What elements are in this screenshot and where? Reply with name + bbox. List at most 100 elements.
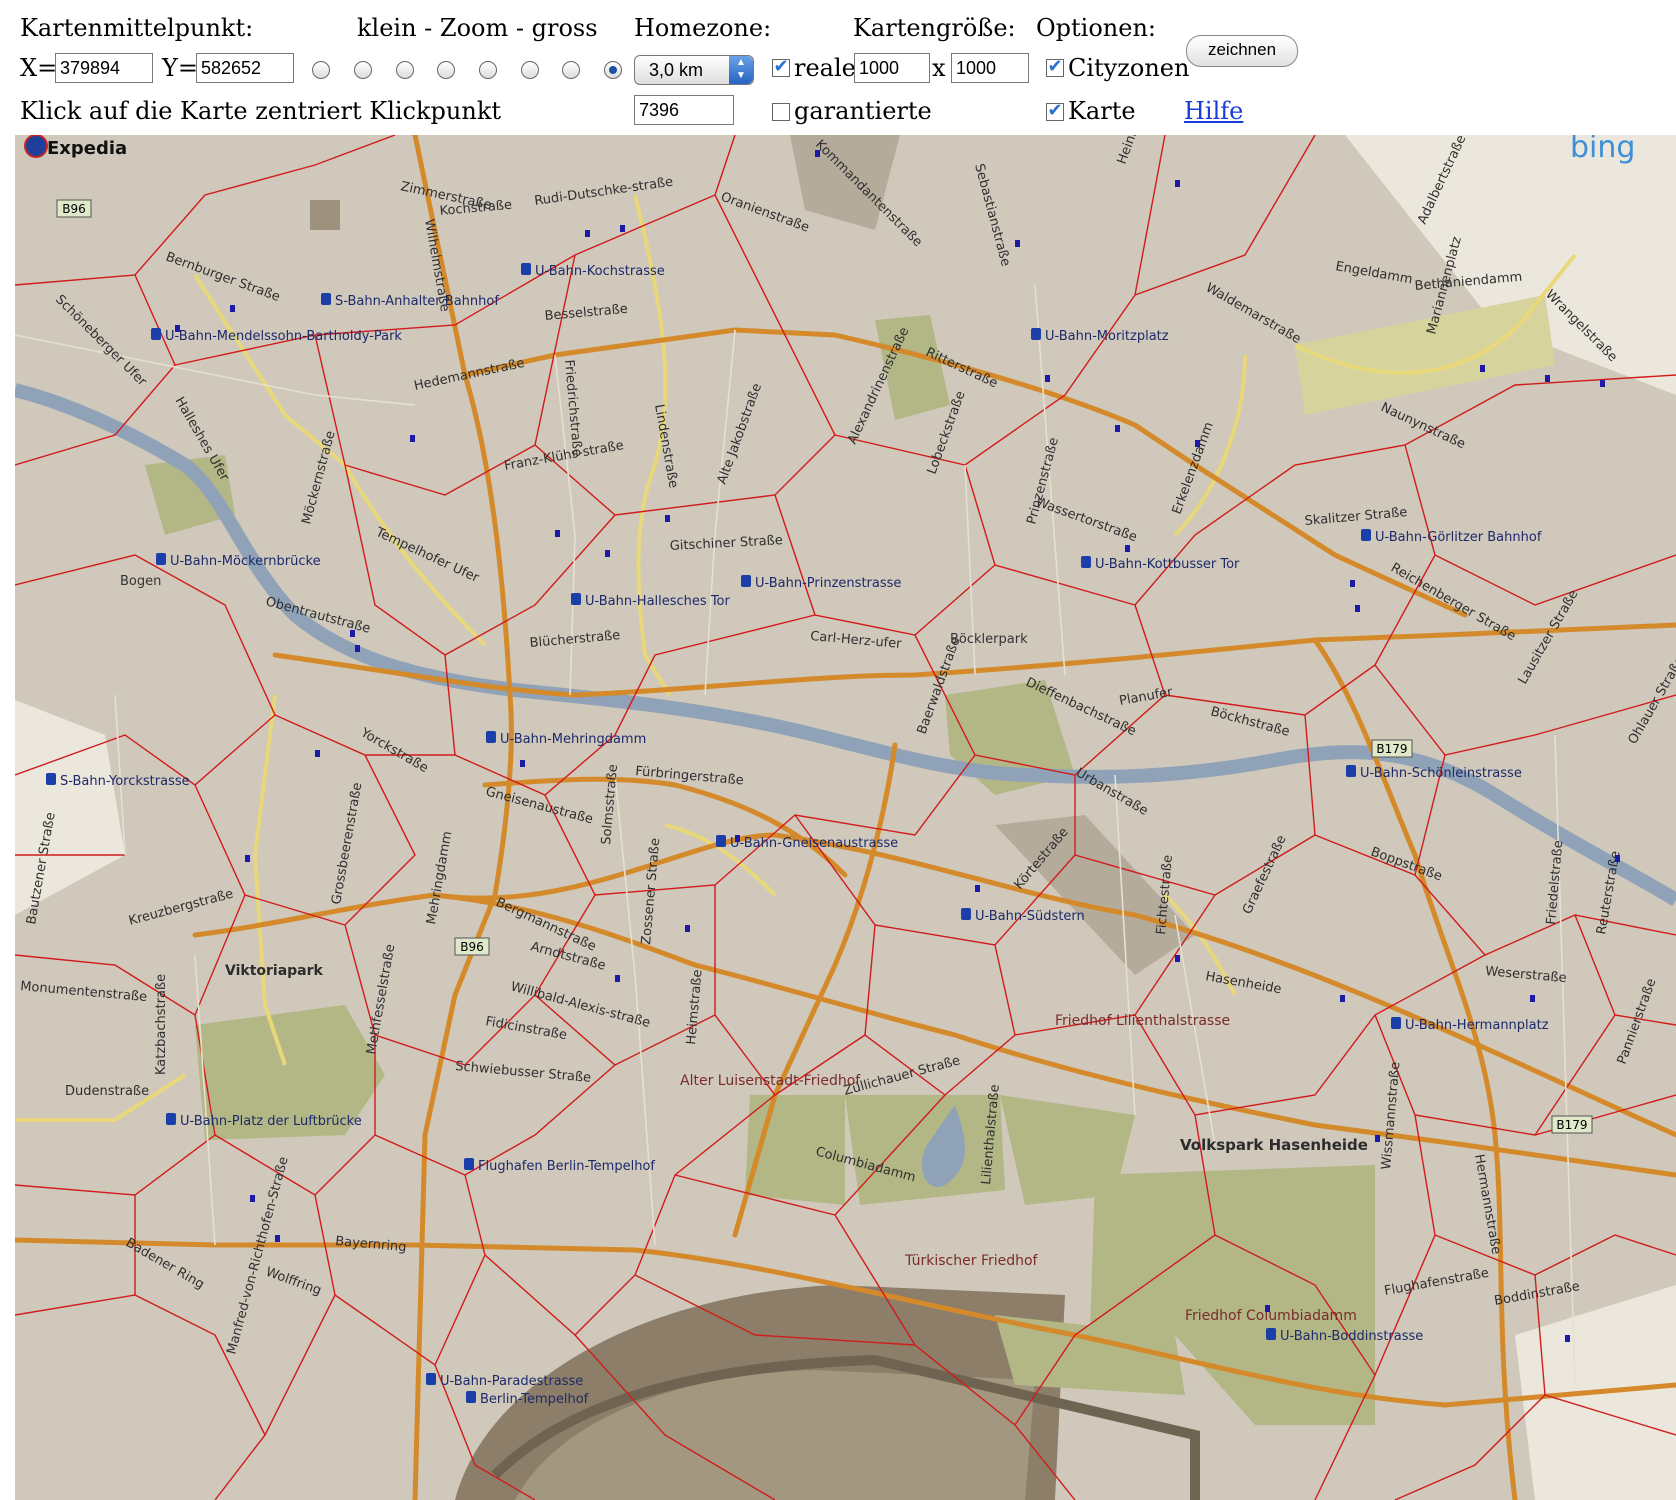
station-label: U-Bahn-Hallesches Tor xyxy=(585,594,731,609)
poi-marker xyxy=(620,225,625,232)
station-icon xyxy=(156,553,166,565)
homezone-select-value: 3,0 km xyxy=(649,60,704,80)
station-icon xyxy=(166,1113,176,1125)
poi-marker xyxy=(1175,955,1180,962)
place-label: Böcklerpark xyxy=(950,632,1028,647)
road-shield-label: B179 xyxy=(1556,1118,1587,1132)
poi-marker xyxy=(1375,1135,1380,1142)
station-label: Flughafen Berlin-Tempelhof xyxy=(478,1159,655,1174)
poi-marker xyxy=(230,305,235,312)
draw-button[interactable]: zeichnen xyxy=(1186,35,1298,67)
place-label: Bogen xyxy=(120,574,161,589)
poi-marker xyxy=(355,645,360,652)
select-arrows-icon: ▲ ▼ xyxy=(729,56,753,84)
station-icon xyxy=(464,1158,474,1170)
station-label: U-Bahn-Paradestrasse xyxy=(440,1374,583,1389)
garantierte-label: garantierte xyxy=(794,97,932,125)
station-icon xyxy=(1266,1328,1276,1340)
homezone-select[interactable]: 3,0 km ▲ ▼ xyxy=(634,55,754,85)
station-label: U-Bahn-Gneisenaustrasse xyxy=(730,836,898,851)
zoom-radio-2[interactable] xyxy=(354,61,372,79)
map-width-input[interactable] xyxy=(854,53,930,83)
road-shield-label: B96 xyxy=(460,940,484,954)
station-icon xyxy=(486,731,496,743)
options-label: Optionen: xyxy=(1036,14,1157,42)
place-label: Friedhof Columbiadamm xyxy=(1185,1308,1357,1324)
globe-icon xyxy=(24,135,48,158)
poi-marker xyxy=(555,530,560,537)
y-coordinate-input[interactable] xyxy=(196,53,294,83)
cityzonen-checkbox[interactable]: ✔ xyxy=(1046,58,1064,77)
zoom-label: klein - Zoom - gross xyxy=(357,14,598,42)
station-label: U-Bahn-Mendelssohn-Bartholdy-Park xyxy=(165,329,402,344)
homezone-count-field[interactable] xyxy=(634,95,734,125)
station-label: U-Bahn-Platz der Luftbrücke xyxy=(180,1114,362,1129)
map-canvas[interactable]: B96 B96 B179 B179 Expedia bing Zimmerstr… xyxy=(15,135,1676,1500)
poi-marker xyxy=(815,150,820,157)
station-icon xyxy=(1361,529,1371,541)
karte-label: Karte xyxy=(1068,97,1136,125)
poi-marker xyxy=(615,975,620,982)
poi-marker xyxy=(1175,180,1180,187)
poi-marker xyxy=(975,885,980,892)
station-label: U-Bahn-Möckernbrücke xyxy=(170,554,321,569)
station-label: U-Bahn-Kottbusser Tor xyxy=(1095,557,1240,572)
click-hint: Klick auf die Karte zentriert Klickpunkt xyxy=(20,97,502,125)
poi-marker xyxy=(315,750,320,757)
poi-marker xyxy=(520,760,525,767)
station-label: S-Bahn-Anhalter Bahnhof xyxy=(335,294,499,309)
poi-marker xyxy=(410,435,415,442)
place-label: Friedhof Lilienthalstrasse xyxy=(1055,1013,1230,1029)
bing-logo: bing xyxy=(1570,135,1635,165)
poi-marker xyxy=(1045,375,1050,382)
station-label: U-Bahn-Schönleinstrasse xyxy=(1360,766,1522,781)
zoom-radio-7[interactable] xyxy=(562,61,580,79)
zoom-radio-1[interactable] xyxy=(312,61,330,79)
poi-marker xyxy=(1600,380,1605,387)
station-label: U-Bahn-Südstern xyxy=(975,909,1085,924)
expedia-logo: Expedia xyxy=(24,135,127,159)
zoom-radio-4[interactable] xyxy=(437,61,455,79)
street-label: Dudenstraße xyxy=(65,1084,149,1099)
garantierte-checkbox[interactable] xyxy=(772,103,790,121)
zoom-radio-5[interactable] xyxy=(479,61,497,79)
station-label: U-Bahn-Moritzplatz xyxy=(1045,329,1169,344)
place-label: Viktoriapark xyxy=(225,963,324,979)
map-size-label: Kartengröße: xyxy=(853,14,1016,42)
zoom-radio-3[interactable] xyxy=(396,61,414,79)
station-label: U-Bahn-Kochstrasse xyxy=(535,264,665,279)
station-icon xyxy=(426,1373,436,1385)
x-coordinate-input[interactable] xyxy=(55,53,153,83)
map-height-input[interactable] xyxy=(951,53,1029,83)
poi-marker xyxy=(1340,995,1345,1002)
station-icon xyxy=(1391,1017,1401,1029)
size-separator: x xyxy=(932,54,946,82)
zoom-radio-8[interactable] xyxy=(604,61,622,79)
karte-checkbox[interactable]: ✔ xyxy=(1046,102,1064,121)
poi-marker xyxy=(350,630,355,637)
homezone-label: Homezone: xyxy=(634,14,772,42)
station-icon xyxy=(1081,556,1091,568)
poi-marker xyxy=(605,550,610,557)
expedia-logo-text: Expedia xyxy=(47,138,127,159)
poi-marker xyxy=(665,515,670,522)
station-icon xyxy=(466,1391,476,1403)
reale-checkbox[interactable]: ✔ xyxy=(772,58,790,77)
zoom-radio-6[interactable] xyxy=(521,61,539,79)
poi-marker xyxy=(1565,1335,1570,1342)
station-icon xyxy=(571,593,581,605)
station-icon xyxy=(961,908,971,920)
station-icon xyxy=(151,328,161,340)
place-label: Alter Luisenstadt-Friedhof xyxy=(680,1073,861,1089)
station-label: U-Bahn-Görlitzer Bahnhof xyxy=(1375,530,1542,545)
poi-marker xyxy=(585,230,590,237)
station-label: Berlin-Tempelhof xyxy=(480,1392,589,1407)
station-label: U-Bahn-Boddinstrasse xyxy=(1280,1329,1423,1344)
poi-marker xyxy=(1350,580,1355,587)
station-icon xyxy=(1346,765,1356,777)
station-icon xyxy=(741,575,751,587)
help-link[interactable]: Hilfe xyxy=(1184,97,1243,125)
poi-marker xyxy=(1015,240,1020,247)
place-label: Volkspark Hasenheide xyxy=(1180,1136,1368,1154)
poi-marker xyxy=(1480,365,1485,372)
